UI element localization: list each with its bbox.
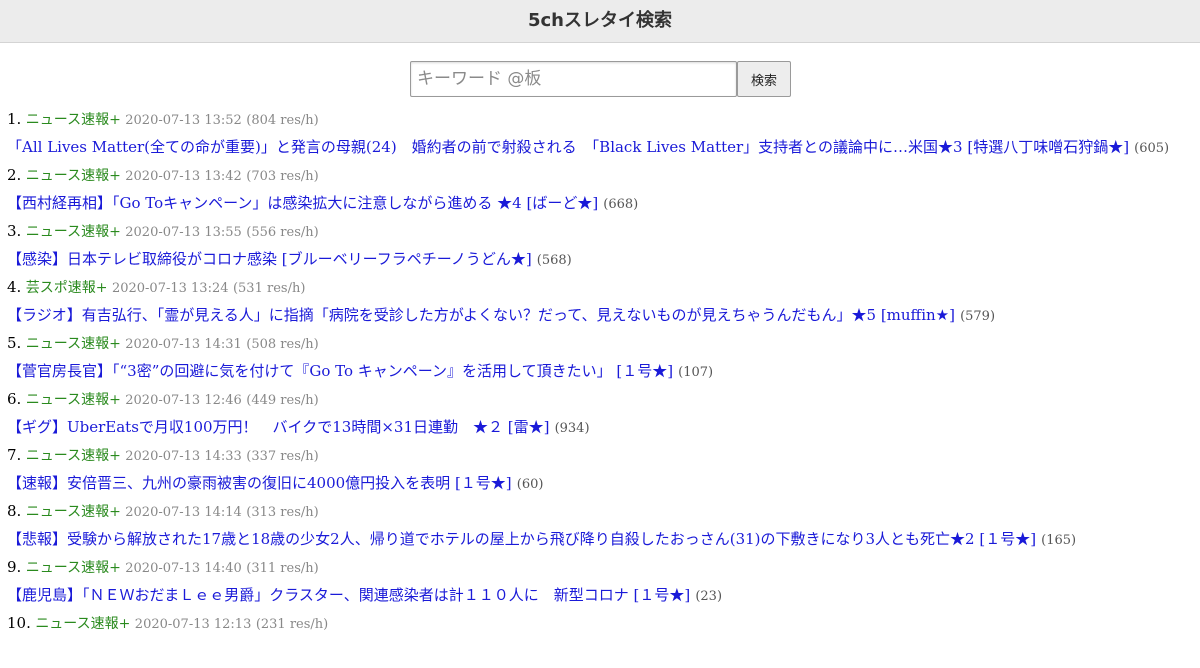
result-item: 10. ニュース速報+ 2020-07-13 12:13 (231 res/h) — [7, 612, 1194, 668]
thread-title-link[interactable]: 【悲報】受験から解放された17歳と18歳の少女2人、帰り道でホテルの屋上から飛び… — [7, 530, 1036, 548]
result-number: 6. — [7, 390, 22, 408]
thread-title-link[interactable]: 【ギグ】UberEatsで月収100万円！ バイクで13時間×31日連勤 ★２ … — [7, 418, 549, 436]
result-count: (568) — [536, 253, 572, 268]
board-link[interactable]: ニュース速報+ — [26, 560, 121, 576]
result-datetime: 2020-07-13 14:31 — [125, 337, 242, 352]
result-meta: 8. ニュース速報+ 2020-07-13 14:14 (313 res/h) — [7, 500, 1194, 528]
result-count: (579) — [960, 309, 996, 324]
result-number: 10. — [7, 614, 31, 632]
result-datetime: 2020-07-13 14:14 — [125, 505, 242, 520]
result-item: 9. ニュース速報+ 2020-07-13 14:40 (311 res/h) 【… — [7, 556, 1194, 612]
result-meta: 4. 芸スポ速報+ 2020-07-13 13:24 (531 res/h) — [7, 276, 1194, 304]
search-input[interactable] — [410, 61, 737, 97]
result-item: 5. ニュース速報+ 2020-07-13 14:31 (508 res/h) 【… — [7, 332, 1194, 388]
result-rate: (703 res/h) — [246, 169, 319, 184]
board-link[interactable]: ニュース速報+ — [26, 336, 121, 352]
board-link[interactable]: ニュース速報+ — [26, 112, 121, 128]
result-meta: 9. ニュース速報+ 2020-07-13 14:40 (311 res/h) — [7, 556, 1194, 584]
result-item: 7. ニュース速報+ 2020-07-13 14:33 (337 res/h) 【… — [7, 444, 1194, 500]
board-link[interactable]: ニュース速報+ — [26, 504, 121, 520]
result-rate: (804 res/h) — [246, 113, 319, 128]
board-link[interactable]: ニュース速報+ — [26, 168, 121, 184]
result-meta: 10. ニュース速報+ 2020-07-13 12:13 (231 res/h) — [7, 612, 1194, 640]
result-title-line: 【ラジオ】有吉弘行、「霊が見える人」に指摘「病院を受診した方がよくない？だって、… — [7, 304, 1194, 332]
result-rate: (531 res/h) — [232, 281, 306, 296]
result-rate: (556 res/h) — [246, 225, 319, 240]
result-number: 7. — [7, 446, 22, 464]
result-item: 1. ニュース速報+ 2020-07-13 13:52 (804 res/h) 「… — [7, 108, 1194, 164]
board-link[interactable]: ニュース速報+ — [26, 392, 121, 408]
result-rate: (337 res/h) — [246, 449, 319, 464]
thread-title-link[interactable]: 【ラジオ】有吉弘行、「霊が見える人」に指摘「病院を受診した方がよくない？だって、… — [7, 306, 955, 324]
result-item: 8. ニュース速報+ 2020-07-13 14:14 (313 res/h) 【… — [7, 500, 1194, 556]
result-datetime: 2020-07-13 12:46 — [125, 393, 242, 408]
result-number: 4. — [7, 278, 22, 296]
board-link[interactable]: ニュース速報+ — [26, 448, 121, 464]
result-datetime: 2020-07-13 14:40 — [125, 561, 242, 576]
result-title-line: 「All Lives Matter(全ての命が重要)」と発言の母親(24) 婚約… — [7, 136, 1194, 164]
board-link[interactable]: ニュース速報+ — [26, 224, 121, 240]
result-item: 6. ニュース速報+ 2020-07-13 12:46 (449 res/h) 【… — [7, 388, 1194, 444]
result-title-line: 【鹿児島】「ＮＥＷおだまＬｅｅ男爵」クラスター、関連感染者は計１１０人に 新型コ… — [7, 584, 1194, 612]
result-meta: 3. ニュース速報+ 2020-07-13 13:55 (556 res/h) — [7, 220, 1194, 248]
result-title-line: 【悲報】受験から解放された17歳と18歳の少女2人、帰り道でホテルの屋上から飛び… — [7, 528, 1194, 556]
app-title: 5chスレタイ検索 — [527, 10, 672, 31]
result-item: 3. ニュース速報+ 2020-07-13 13:55 (556 res/h) 【… — [7, 220, 1194, 276]
result-count: (934) — [554, 421, 590, 436]
thread-title-link[interactable]: 【菅官房長官】「“3密”の回避に気を付けて『Go To キャンペーン』を活用して… — [7, 362, 673, 380]
result-meta: 6. ニュース速報+ 2020-07-13 12:46 (449 res/h) — [7, 388, 1194, 416]
result-title-line: 【ギグ】UberEatsで月収100万円！ バイクで13時間×31日連勤 ★２ … — [7, 416, 1194, 444]
search-button[interactable]: 検索 — [737, 61, 791, 97]
result-datetime: 2020-07-13 13:24 — [111, 281, 229, 296]
result-item: 4. 芸スポ速報+ 2020-07-13 13:24 (531 res/h) 【ラ… — [7, 276, 1194, 332]
board-link[interactable]: 芸スポ速報+ — [26, 280, 108, 296]
result-title-line — [7, 640, 1194, 668]
result-count: (668) — [603, 197, 639, 212]
result-count: (60) — [516, 477, 544, 492]
result-item: 2. ニュース速報+ 2020-07-13 13:42 (703 res/h) 【… — [7, 164, 1194, 220]
result-count: (165) — [1041, 533, 1077, 548]
result-title-line: 【菅官房長官】「“3密”の回避に気を付けて『Go To キャンペーン』を活用して… — [7, 360, 1194, 388]
result-rate: (313 res/h) — [246, 505, 319, 520]
result-datetime: 2020-07-13 13:55 — [125, 225, 242, 240]
result-number: 8. — [7, 502, 22, 520]
result-number: 3. — [7, 222, 22, 240]
result-rate: (449 res/h) — [246, 393, 319, 408]
thread-title-link[interactable]: 【速報】安倍晋三、九州の豪雨被害の復旧に4000億円投入を表明 [１号★] — [7, 474, 512, 492]
result-title-line: 【感染】日本テレビ取締役がコロナ感染 [ブルーベリーフラペチーノうどん★] (5… — [7, 248, 1194, 276]
result-meta: 2. ニュース速報+ 2020-07-13 13:42 (703 res/h) — [7, 164, 1194, 192]
result-title-line: 【西村経再相】「Go Toキャンペーン」は感染拡大に注意しながら進める ★4 [… — [7, 192, 1194, 220]
result-rate: (311 res/h) — [246, 561, 319, 576]
thread-title-link[interactable]: 「All Lives Matter(全ての命が重要)」と発言の母親(24) 婚約… — [7, 138, 1129, 156]
result-count: (107) — [678, 365, 714, 380]
result-datetime: 2020-07-13 13:52 — [125, 113, 242, 128]
result-number: 1. — [7, 110, 22, 128]
search-bar: 検索 — [410, 61, 791, 97]
result-rate: (508 res/h) — [246, 337, 319, 352]
result-meta: 5. ニュース速報+ 2020-07-13 14:31 (508 res/h) — [7, 332, 1194, 360]
thread-title-link[interactable]: 【鹿児島】「ＮＥＷおだまＬｅｅ男爵」クラスター、関連感染者は計１１０人に 新型コ… — [7, 586, 690, 604]
result-title-line: 【速報】安倍晋三、九州の豪雨被害の復旧に4000億円投入を表明 [１号★] (6… — [7, 472, 1194, 500]
result-count: (605) — [1134, 141, 1170, 156]
thread-title-link[interactable]: 【感染】日本テレビ取締役がコロナ感染 [ブルーベリーフラペチーノうどん★] — [7, 250, 532, 268]
result-count: (23) — [695, 589, 723, 604]
thread-title-link[interactable]: 【西村経再相】「Go Toキャンペーン」は感染拡大に注意しながら進める ★4 [… — [7, 194, 598, 212]
result-meta: 1. ニュース速報+ 2020-07-13 13:52 (804 res/h) — [7, 108, 1194, 136]
thread-results-list: 1. ニュース速報+ 2020-07-13 13:52 (804 res/h) 「… — [7, 108, 1194, 668]
result-datetime: 2020-07-13 14:33 — [125, 449, 242, 464]
app-header: 5chスレタイ検索 — [0, 0, 1200, 43]
result-number: 2. — [7, 166, 22, 184]
result-number: 5. — [7, 334, 22, 352]
result-datetime: 2020-07-13 13:42 — [125, 169, 242, 184]
result-meta: 7. ニュース速報+ 2020-07-13 14:33 (337 res/h) — [7, 444, 1194, 472]
result-number: 9. — [7, 558, 22, 576]
